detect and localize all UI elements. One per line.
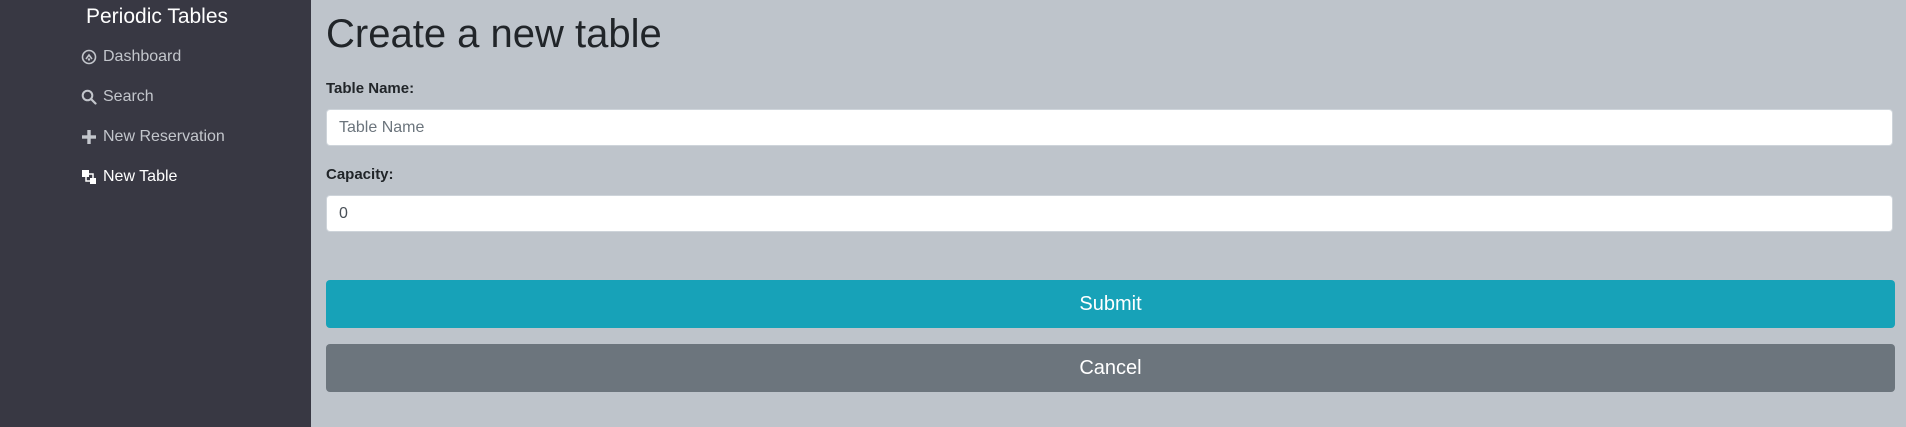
sidebar-item-label: Search — [103, 88, 154, 105]
layers-icon — [81, 169, 97, 185]
brand-title[interactable]: Periodic Tables — [86, 5, 228, 29]
table-name-label: Table Name: — [326, 80, 415, 97]
table-name-input[interactable] — [326, 109, 1893, 146]
sidebar-item-new-reservation[interactable]: New Reservation — [81, 123, 225, 151]
main-content: Create a new table Table Name: Capacity:… — [311, 0, 1906, 427]
dashboard-icon — [81, 49, 97, 65]
sidebar: Periodic Tables Dashboard Search New Res… — [0, 0, 311, 427]
sidebar-item-label: New Reservation — [103, 128, 225, 145]
sidebar-item-label: New Table — [103, 168, 178, 185]
submit-button[interactable]: Submit — [326, 280, 1895, 328]
sidebar-item-new-table[interactable]: New Table — [81, 163, 177, 191]
sidebar-item-label: Dashboard — [103, 48, 182, 65]
capacity-label: Capacity: — [326, 166, 394, 183]
sidebar-item-dashboard[interactable]: Dashboard — [81, 43, 181, 71]
cancel-button[interactable]: Cancel — [326, 344, 1895, 392]
sidebar-item-search[interactable]: Search — [81, 83, 154, 111]
page-title: Create a new table — [326, 12, 662, 56]
plus-icon — [81, 129, 97, 145]
search-icon — [81, 89, 97, 105]
capacity-input[interactable] — [326, 195, 1893, 232]
